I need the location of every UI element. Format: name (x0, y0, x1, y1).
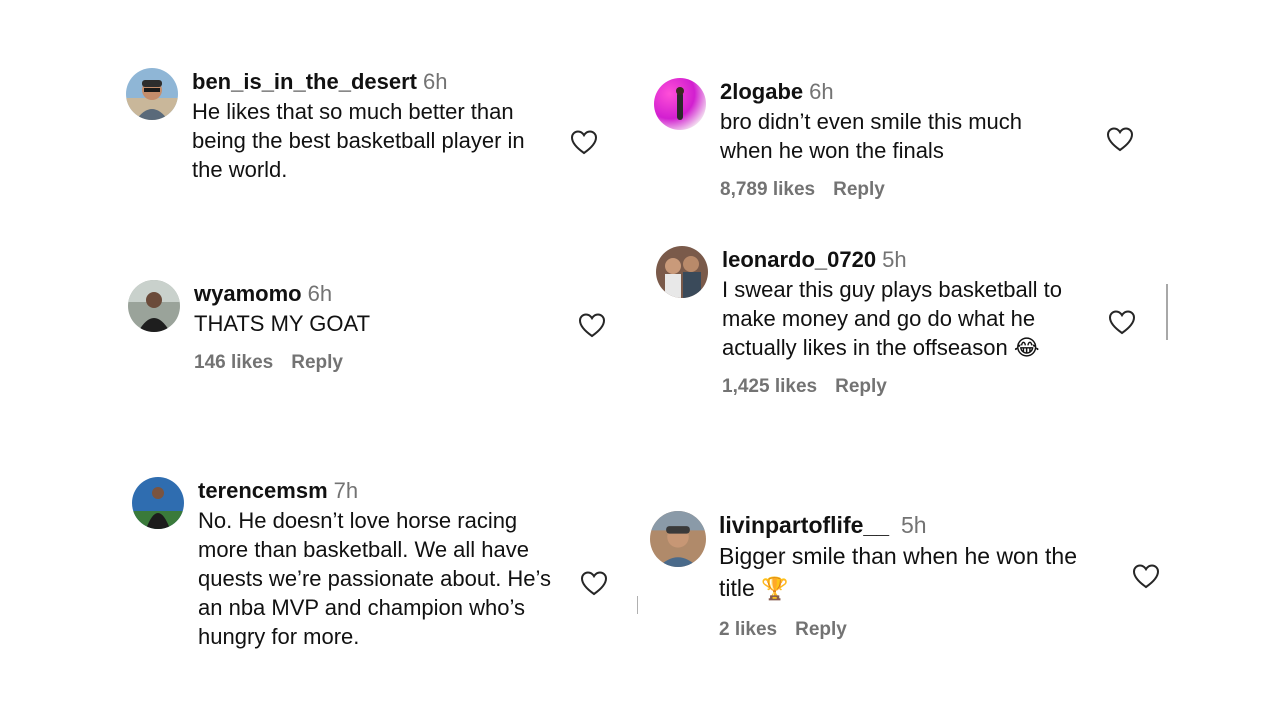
like-count[interactable]: 8,789 likes (720, 179, 815, 200)
avatar[interactable] (128, 280, 180, 332)
username[interactable]: 2logabe (720, 79, 803, 104)
avatar[interactable] (126, 68, 178, 120)
avatar-image (132, 477, 184, 529)
comment-text: No. He doesn’t love horse racing more th… (198, 508, 552, 649)
avatar-image (654, 78, 706, 130)
reply-button[interactable]: Reply (795, 619, 847, 640)
comment-body: wyamomo 6h THATS MY GOAT 146 likes Reply (194, 280, 554, 374)
username[interactable]: ben_is_in_the_desert (192, 69, 417, 94)
avatar-image (128, 280, 180, 332)
comment-body: ben_is_in_the_desert 6h He likes that so … (192, 68, 552, 184)
like-icon[interactable] (1108, 309, 1136, 335)
like-count[interactable]: 2 likes (719, 619, 777, 640)
like-count[interactable]: 1,425 likes (722, 376, 817, 397)
comment-meta: 8,789 likes Reply (720, 179, 1080, 201)
trophy-emoji-icon: 🏆 (761, 576, 789, 601)
comment-meta: 2 likes Reply (719, 619, 1079, 641)
comment-header: 2logabe 6h (720, 78, 1080, 106)
timestamp[interactable]: 6h (423, 69, 447, 94)
comment-text: Bigger smile than when he won the title … (719, 540, 1119, 605)
comment-body: terencemsm 7h No. He doesn’t love horse r… (198, 477, 558, 651)
timestamp[interactable]: 6h (308, 281, 332, 306)
username[interactable]: livinpartoflife__ (719, 512, 889, 538)
timestamp[interactable]: 5h (882, 247, 906, 272)
comment-text-content: I swear this guy plays basketball to mak… (722, 277, 1062, 360)
avatar-image (126, 68, 178, 120)
reply-button[interactable]: Reply (291, 352, 343, 373)
comment-text: bro didn’t even smile this much when he … (720, 109, 1023, 163)
like-icon[interactable] (580, 570, 608, 596)
comment-body: livinpartoflife__ 5h Bigger smile than wh… (719, 511, 1079, 641)
comments-screenshot: ben_is_in_the_desert 6h He likes that so … (0, 0, 1280, 720)
divider (637, 596, 638, 614)
comment-meta: 1,425 likes Reply (722, 376, 1082, 398)
like-icon[interactable] (1106, 126, 1134, 152)
comment-header: ben_is_in_the_desert 6h (192, 68, 552, 96)
comment-text: I swear this guy plays basketball to mak… (722, 275, 1092, 362)
comment-body: 2logabe 6h bro didn’t even smile this muc… (720, 78, 1080, 201)
reply-button[interactable]: Reply (835, 376, 887, 397)
avatar[interactable] (654, 78, 706, 130)
avatar-image (650, 511, 706, 567)
timestamp[interactable]: 7h (334, 478, 358, 503)
comment-header: wyamomo 6h (194, 280, 554, 308)
username[interactable]: leonardo_0720 (722, 247, 876, 272)
like-icon[interactable] (570, 129, 598, 155)
comment-header: leonardo_0720 5h (722, 246, 1082, 274)
username[interactable]: wyamomo (194, 281, 302, 306)
comment-text: He likes that so much better than being … (192, 99, 525, 182)
reply-button[interactable]: Reply (833, 179, 885, 200)
comment-text: THATS MY GOAT (194, 311, 371, 336)
avatar[interactable] (650, 511, 706, 567)
comment-body: leonardo_0720 5h I swear this guy plays b… (722, 246, 1082, 398)
comment-header: terencemsm 7h (198, 477, 558, 505)
scrollbar-thumb[interactable] (1166, 284, 1168, 340)
avatar[interactable] (656, 246, 708, 298)
like-icon[interactable] (1132, 563, 1160, 589)
avatar[interactable] (132, 477, 184, 529)
timestamp[interactable]: 5h (901, 512, 927, 538)
like-icon[interactable] (578, 312, 606, 338)
comment-meta: 146 likes Reply (194, 352, 554, 374)
comment-header: livinpartoflife__ 5h (719, 511, 1079, 539)
timestamp[interactable]: 6h (809, 79, 833, 104)
laughing-emoji-icon: 😂 (1013, 335, 1040, 360)
avatar-image (656, 246, 708, 298)
like-count[interactable]: 146 likes (194, 352, 273, 373)
username[interactable]: terencemsm (198, 478, 328, 503)
